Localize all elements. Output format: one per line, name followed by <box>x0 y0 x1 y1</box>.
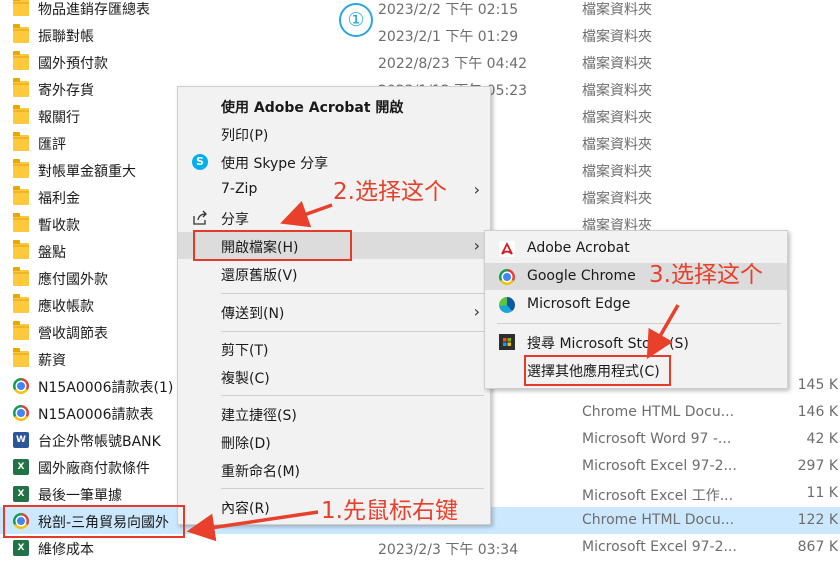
annotation-arrows <box>186 200 680 542</box>
arrow-step-1 <box>186 510 319 542</box>
arrow-step-2 <box>280 200 333 228</box>
arrow-step-3 <box>646 304 680 360</box>
